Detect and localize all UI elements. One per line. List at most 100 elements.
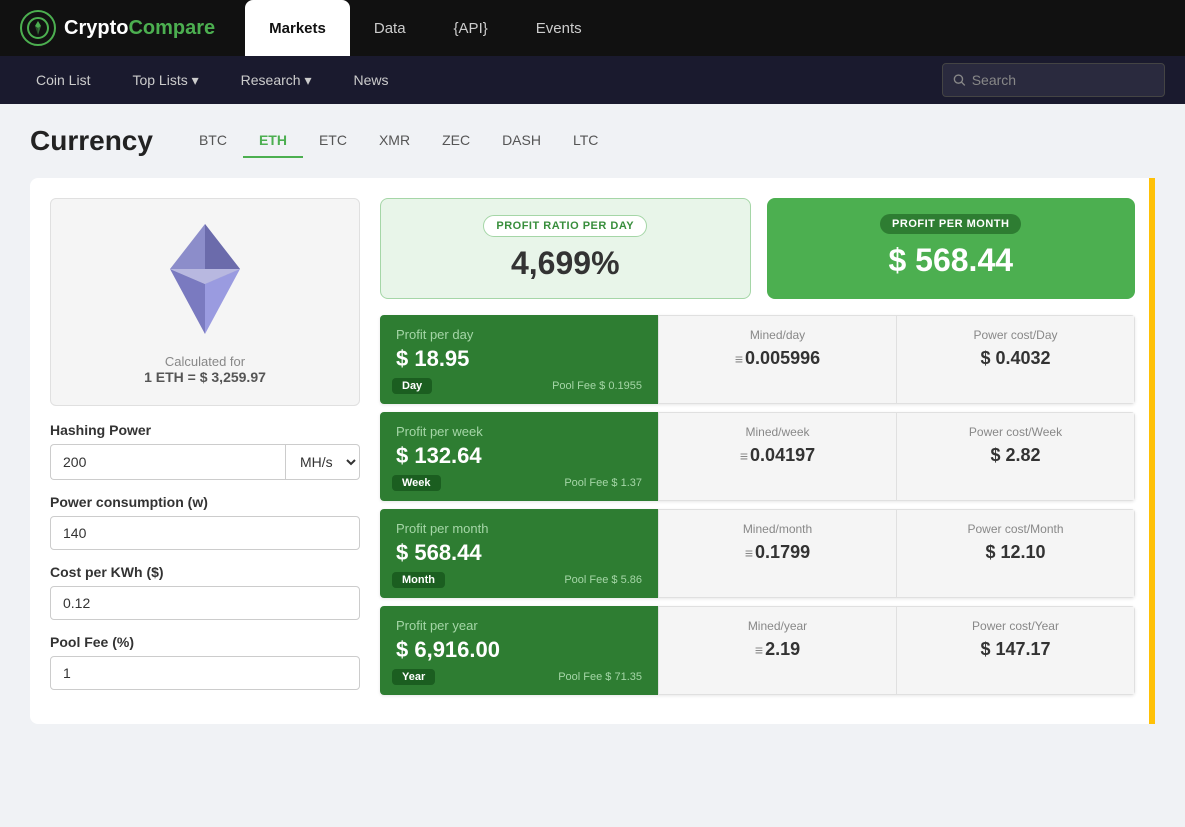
mined-cell-3: Mined/year ≡2.19 <box>658 606 897 695</box>
profit-month-value: $ 568.44 <box>787 242 1116 279</box>
pool-fee-2: Pool Fee $ 5.86 <box>564 574 642 586</box>
pool-fee-1: Pool Fee $ 1.37 <box>564 477 642 489</box>
pool-fee-label: Pool Fee (%) <box>50 634 360 650</box>
search-input[interactable] <box>972 72 1154 88</box>
page-title: Currency <box>30 125 153 157</box>
power-cell-1: Power cost/Week $ 2.82 <box>897 412 1135 501</box>
pool-fee-input[interactable] <box>50 656 360 690</box>
profit-month-card: PROFIT PER MONTH $ 568.44 <box>767 198 1136 299</box>
main-card: Calculated for 1 ETH = $ 3,259.97 Hashin… <box>30 178 1155 724</box>
power-consumption-input[interactable] <box>50 516 360 550</box>
profit-value-2: $ 568.44 <box>396 540 642 566</box>
hashing-power-input-group: MH/s GH/s TH/s <box>50 444 360 480</box>
mined-cell-1: Mined/week ≡0.04197 <box>658 412 897 501</box>
nav-events[interactable]: Events <box>512 0 606 56</box>
power-cell-3: Power cost/Year $ 147.17 <box>897 606 1135 695</box>
tab-etc[interactable]: ETC <box>303 124 363 158</box>
data-row: Profit per week $ 132.64 Week Pool Fee $… <box>380 412 1135 501</box>
summary-row: PROFIT RATIO PER DAY 4,699% PROFIT PER M… <box>380 198 1135 299</box>
mined-cell-2: Mined/month ≡0.1799 <box>658 509 897 598</box>
power-consumption-label: Power consumption (w) <box>50 494 360 510</box>
tab-zec[interactable]: ZEC <box>426 124 486 158</box>
right-panel: PROFIT RATIO PER DAY 4,699% PROFIT PER M… <box>380 198 1135 704</box>
data-row-left-2: Profit per month $ 568.44 Month Pool Fee… <box>380 509 658 598</box>
profit-month-label: PROFIT PER MONTH <box>880 214 1021 234</box>
nav-api[interactable]: {API} <box>430 0 512 56</box>
calc-for-label: Calculated for <box>71 354 339 369</box>
cost-per-kwh-label: Cost per KWh ($) <box>50 564 360 580</box>
nav-markets[interactable]: Markets <box>245 0 350 56</box>
profit-ratio-card: PROFIT RATIO PER DAY 4,699% <box>380 198 751 299</box>
profit-value-1: $ 132.64 <box>396 443 642 469</box>
logo[interactable]: CryptoCompare <box>20 10 215 46</box>
power-label-2: Power cost/Month <box>913 522 1118 536</box>
power-value-2: $ 12.10 <box>913 542 1118 563</box>
subnav-coin-list[interactable]: Coin List <box>20 56 106 104</box>
subnav-top-lists[interactable]: Top Lists ▾ <box>116 56 214 104</box>
data-row-left-0: Profit per day $ 18.95 Day Pool Fee $ 0.… <box>380 315 658 404</box>
mined-cell-0: Mined/day ≡0.005996 <box>658 315 897 404</box>
cost-per-kwh-group: Cost per KWh ($) <box>50 564 360 620</box>
mined-label-2: Mined/month <box>675 522 880 536</box>
eth-logo <box>155 219 255 339</box>
pool-fee-group: Pool Fee (%) <box>50 634 360 690</box>
profit-label-2: Profit per month <box>396 521 642 536</box>
power-value-1: $ 2.82 <box>913 445 1118 466</box>
power-label-0: Power cost/Day <box>913 328 1118 342</box>
profit-value-0: $ 18.95 <box>396 346 642 372</box>
mined-label-0: Mined/day <box>675 328 880 342</box>
coin-image-box: Calculated for 1 ETH = $ 3,259.97 <box>50 198 360 406</box>
pool-fee-0: Pool Fee $ 0.1955 <box>552 380 642 392</box>
data-row-left-1: Profit per week $ 132.64 Week Pool Fee $… <box>380 412 658 501</box>
mined-label-1: Mined/week <box>675 425 880 439</box>
data-row: Profit per year $ 6,916.00 Year Pool Fee… <box>380 606 1135 695</box>
data-row-left-3: Profit per year $ 6,916.00 Year Pool Fee… <box>380 606 658 695</box>
tab-xmr[interactable]: XMR <box>363 124 426 158</box>
logo-text: CryptoCompare <box>64 17 215 40</box>
tab-eth[interactable]: ETH <box>243 124 303 158</box>
currency-tabs: BTC ETH ETC XMR ZEC DASH LTC <box>183 124 614 158</box>
profit-value-3: $ 6,916.00 <box>396 637 642 663</box>
search-box[interactable] <box>942 63 1165 97</box>
power-label-3: Power cost/Year <box>913 619 1118 633</box>
power-label-1: Power cost/Week <box>913 425 1118 439</box>
subnav-research[interactable]: Research ▾ <box>225 56 328 104</box>
sub-navigation: Coin List Top Lists ▾ Research ▾ News <box>0 56 1185 104</box>
mined-value-3: ≡2.19 <box>675 639 880 660</box>
data-rows-container: Profit per day $ 18.95 Day Pool Fee $ 0.… <box>380 315 1135 695</box>
top-navigation: CryptoCompare Markets Data {API} Events <box>0 0 1185 56</box>
hashing-unit-select[interactable]: MH/s GH/s TH/s <box>285 444 360 480</box>
pool-fee-3: Pool Fee $ 71.35 <box>558 671 642 683</box>
data-row: Profit per day $ 18.95 Day Pool Fee $ 0.… <box>380 315 1135 404</box>
tab-btc[interactable]: BTC <box>183 124 243 158</box>
calc-for-value: 1 ETH = $ 3,259.97 <box>71 369 339 385</box>
main-nav: Markets Data {API} Events <box>245 0 1165 56</box>
yellow-accent <box>1149 178 1155 724</box>
power-cell-0: Power cost/Day $ 0.4032 <box>897 315 1135 404</box>
mined-value-1: ≡0.04197 <box>675 445 880 466</box>
profit-label-1: Profit per week <box>396 424 642 439</box>
profit-label-3: Profit per year <box>396 618 642 633</box>
main-content: Currency BTC ETH ETC XMR ZEC DASH LTC <box>0 104 1185 744</box>
power-value-3: $ 147.17 <box>913 639 1118 660</box>
mined-label-3: Mined/year <box>675 619 880 633</box>
profit-ratio-label: PROFIT RATIO PER DAY <box>483 215 647 237</box>
logo-icon <box>20 10 56 46</box>
tab-dash[interactable]: DASH <box>486 124 557 158</box>
subnav-news[interactable]: News <box>337 56 404 104</box>
row-badge-3: Year <box>392 669 435 685</box>
hashing-power-label: Hashing Power <box>50 422 360 438</box>
power-cell-2: Power cost/Month $ 12.10 <box>897 509 1135 598</box>
row-badge-1: Week <box>392 475 441 491</box>
mined-value-2: ≡0.1799 <box>675 542 880 563</box>
data-row: Profit per month $ 568.44 Month Pool Fee… <box>380 509 1135 598</box>
left-panel: Calculated for 1 ETH = $ 3,259.97 Hashin… <box>50 198 360 704</box>
cost-per-kwh-input[interactable] <box>50 586 360 620</box>
profit-ratio-value: 4,699% <box>401 245 730 282</box>
hashing-power-input[interactable] <box>50 444 285 480</box>
currency-section: Currency BTC ETH ETC XMR ZEC DASH LTC <box>30 124 1155 158</box>
nav-data[interactable]: Data <box>350 0 430 56</box>
mined-value-0: ≡0.005996 <box>675 348 880 369</box>
search-icon <box>953 73 966 87</box>
tab-ltc[interactable]: LTC <box>557 124 614 158</box>
